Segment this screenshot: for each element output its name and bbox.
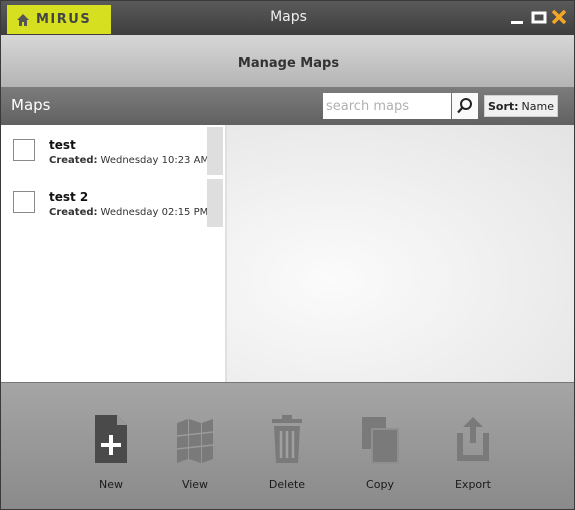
view-button[interactable]: View (160, 413, 230, 491)
created-label: Created: (49, 155, 98, 166)
sort-button[interactable]: Sort: Name (484, 95, 558, 117)
new-map-icon (95, 415, 127, 463)
map-name: test (49, 138, 76, 152)
search-icon (457, 98, 472, 114)
sort-prefix: Sort: (487, 99, 519, 113)
new-label: New (99, 478, 123, 491)
new-button[interactable]: New (76, 413, 146, 491)
map-created: Created: Wednesday 02:15 PM (49, 207, 208, 218)
manage-maps-header: Manage Maps (1, 35, 574, 87)
maximize-icon[interactable] (531, 9, 547, 25)
list-item[interactable]: test Created: Wednesday 10:23 AM (1, 125, 225, 177)
copy-label: Copy (366, 478, 394, 491)
map-checkbox[interactable] (13, 139, 35, 161)
export-label: Export (454, 478, 491, 491)
drag-handle[interactable] (207, 127, 223, 175)
sort-value: Name (521, 99, 554, 113)
map-created: Created: Wednesday 10:23 AM (49, 155, 209, 166)
minimize-icon[interactable] (509, 9, 525, 25)
maps-toolbar: Maps Sort: Name (1, 87, 574, 125)
export-icon (457, 417, 489, 461)
maps-heading: Maps (11, 96, 51, 114)
map-icon (176, 419, 214, 463)
created-value: Wednesday 10:23 AM (100, 155, 210, 166)
copy-icon (362, 417, 399, 464)
app-window: MIRUS Maps Manage Maps Maps Sort: Name (0, 0, 575, 510)
window-title: Maps (270, 9, 307, 25)
map-checkbox[interactable] (13, 191, 35, 213)
created-value: Wednesday 02:15 PM (100, 207, 209, 218)
export-button[interactable]: Export (438, 413, 508, 491)
search-input[interactable] (323, 93, 451, 119)
action-toolbar: New View Delete Copy Export (1, 382, 574, 509)
title-bar: MIRUS Maps (1, 1, 574, 35)
map-name: test 2 (49, 190, 89, 204)
close-icon[interactable] (551, 9, 567, 25)
trash-icon (272, 415, 302, 463)
list-item[interactable]: test 2 Created: Wednesday 02:15 PM (1, 177, 225, 229)
view-label: View (181, 478, 209, 491)
drag-handle[interactable] (207, 179, 223, 227)
search-button[interactable] (452, 93, 478, 119)
page-title: Manage Maps (237, 56, 340, 71)
map-preview-pane (225, 125, 574, 382)
maps-list: test Created: Wednesday 10:23 AM test 2 C… (1, 125, 225, 382)
copy-button[interactable]: Copy (345, 413, 415, 491)
created-label: Created: (49, 207, 98, 218)
delete-button[interactable]: Delete (252, 413, 322, 491)
delete-label: Delete (268, 478, 306, 491)
